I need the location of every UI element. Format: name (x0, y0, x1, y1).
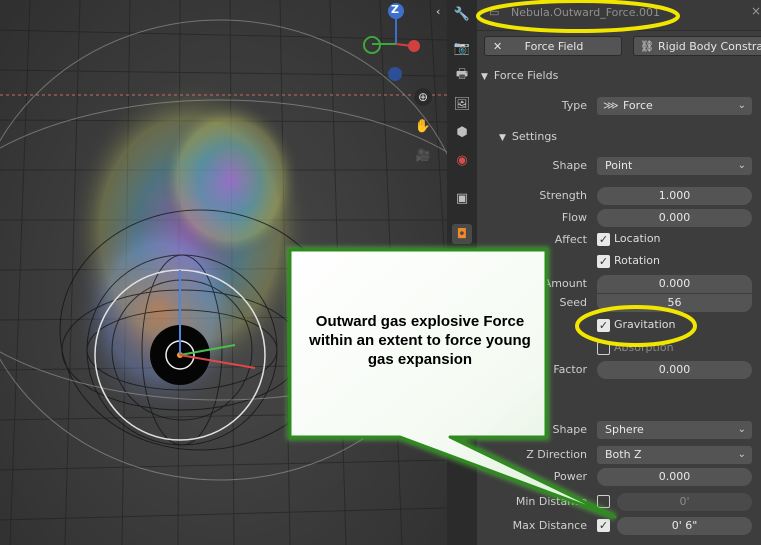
min-distance-field[interactable]: 0' (617, 493, 752, 511)
rigid-body-constraint-tab[interactable]: ⛓ Rigid Body Constraint (633, 36, 761, 56)
rotation-checkbox[interactable]: ✓ (597, 255, 610, 268)
type-value: Force (623, 99, 653, 112)
render-icon[interactable]: 📷 (452, 38, 472, 58)
chevron-down-icon: ⌄ (737, 449, 746, 460)
min-distance-checkbox[interactable] (597, 495, 610, 508)
callout-text: Outward gas explosive Force within an ex… (290, 312, 550, 369)
settings-title: Settings (511, 130, 558, 143)
force-field-tab-label: Force Field (524, 40, 584, 53)
location-label: Location (614, 232, 661, 245)
output-icon[interactable]: 🖶 (452, 66, 472, 86)
rigid-body-icon: ⛓ (640, 40, 654, 53)
power-label: Power (553, 470, 587, 483)
force-field-tab[interactable]: ✕ Force Field (484, 36, 622, 56)
shape-value: Point (605, 159, 633, 172)
chevron-down-icon: ⌄ (737, 424, 746, 435)
strength-field[interactable]: 1.000 (597, 187, 752, 205)
z-direction-dropdown[interactable]: Both Z ⌄ (597, 446, 752, 464)
callout-line-2: within an extent to force young (309, 332, 531, 349)
force-fields-header[interactable]: ▼ Force Fields (481, 66, 558, 86)
collapse-arrow-icon[interactable]: ‹ (436, 5, 440, 18)
chevron-down-icon: ⌄ (737, 160, 746, 171)
falloff-shape-dropdown[interactable]: Sphere ⌄ (597, 421, 752, 439)
pan-hand-icon[interactable]: ✋ (414, 118, 432, 136)
factor-field[interactable]: 0.000 (597, 361, 752, 379)
properties-panel: ▭ Nebula.Outward_Force.001 × ✕ Force Fie… (477, 0, 761, 545)
flow-label: Flow (561, 211, 587, 224)
rotation-label: Rotation (614, 254, 661, 267)
chevron-down-icon: ▼ (481, 72, 488, 82)
min-distance-label: Min Distance (515, 495, 587, 508)
force-type-icon: ⋙ (603, 99, 619, 112)
properties-tab-strip: 🔧 📷 🖶 🖼 ⬢ ◉ ▣ ◘ (447, 0, 478, 545)
gizmo-z-label: Z (391, 3, 399, 16)
max-distance-label: Max Distance (512, 519, 587, 532)
viewport-scene (0, 0, 447, 545)
amount-field[interactable]: 0.000 (597, 275, 752, 293)
z-direction-value: Both Z (605, 448, 642, 461)
object-name-field[interactable]: Nebula.Outward_Force.001 (483, 3, 733, 23)
shape-dropdown[interactable]: Point ⌄ (597, 157, 752, 175)
3d-viewport[interactable]: Z ⊕ ✋ 🎥 ‹ (0, 0, 447, 545)
close-icon[interactable]: × (751, 4, 761, 18)
tool-settings-icon[interactable]: 🔧 (452, 4, 472, 24)
type-dropdown[interactable]: ⋙ Force ⌄ (597, 97, 752, 115)
seed-field[interactable]: 56 (597, 294, 752, 312)
zoom-icon[interactable]: ⊕ (414, 88, 432, 106)
max-distance-checkbox[interactable]: ✓ (597, 519, 610, 532)
power-field[interactable]: 0.000 (597, 468, 752, 486)
force-fields-title: Force Fields (493, 69, 559, 82)
strength-label: Strength (539, 189, 587, 202)
falloff-shape-value: Sphere (605, 423, 644, 436)
location-checkbox[interactable]: ✓ (597, 233, 610, 246)
view-layer-icon[interactable]: 🖼 (452, 94, 472, 114)
scene-icon[interactable]: ⬢ (452, 122, 472, 142)
world-icon[interactable]: ◉ (452, 150, 472, 170)
gravitation-label: Gravitation (614, 318, 676, 331)
settings-header[interactable]: ▼ Settings (499, 127, 557, 147)
type-label: Type (561, 99, 587, 112)
gravitation-checkbox[interactable]: ✓ (597, 319, 610, 332)
z-direction-label: Z Direction (526, 448, 587, 461)
affect-label: Affect (554, 233, 587, 246)
panel-header: ▭ Nebula.Outward_Force.001 × (477, 0, 761, 31)
camera-icon[interactable]: 🎥 (414, 146, 432, 164)
flow-field[interactable]: 0.000 (597, 209, 752, 227)
max-distance-field[interactable]: 0' 6" (617, 517, 752, 535)
physics-icon[interactable]: ◘ (452, 224, 472, 244)
falloff-shape-label: Shape (552, 423, 587, 436)
rigid-body-tab-label: Rigid Body Constraint (658, 40, 761, 53)
collection-icon[interactable]: ▣ (452, 188, 472, 208)
amount-label: Amount (543, 277, 587, 290)
seed-label: Seed (559, 296, 588, 309)
chevron-down-icon: ▼ (499, 133, 506, 143)
callout-line-3: gas expansion (367, 351, 473, 368)
shape-label: Shape (552, 159, 587, 172)
chevron-down-icon: ⌄ (737, 100, 746, 111)
callout-line-1: Outward gas explosive Force (315, 313, 525, 330)
absorption-label: Absorption (614, 341, 674, 354)
absorption-checkbox[interactable] (597, 342, 610, 355)
